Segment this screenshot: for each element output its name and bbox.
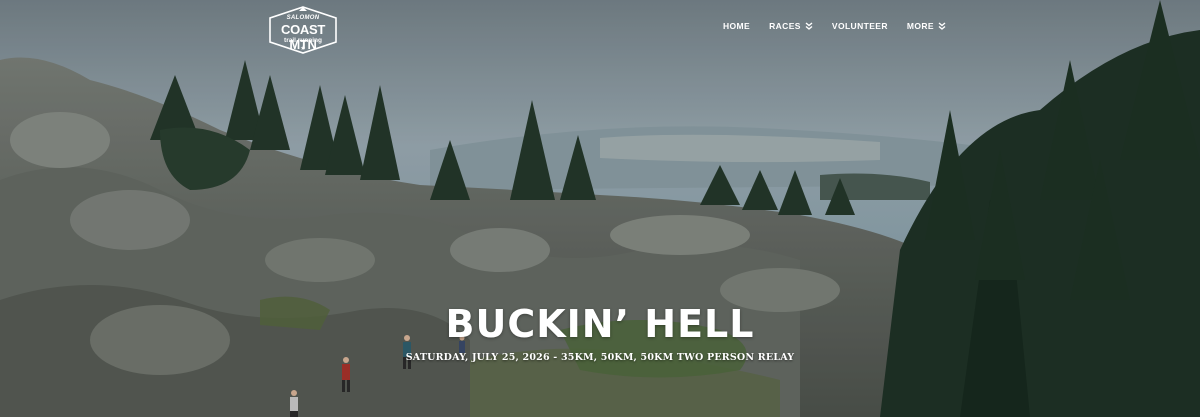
- nav-item-label: HOME: [723, 21, 751, 31]
- double-chevron-down-icon: [805, 22, 813, 30]
- nav-item-more[interactable]: MORE: [907, 21, 946, 31]
- hero-subtitle: SATURDAY, JULY 25, 2026 - 35KM, 50KM, 50…: [405, 352, 795, 363]
- nav-item-label: MORE: [906, 21, 935, 31]
- double-chevron-down-icon: [938, 22, 946, 30]
- hero-banner: SALOMON COAST MTN trail running ★ HOME R…: [0, 0, 1200, 417]
- nav-item-label: VOLUNTEER: [831, 21, 888, 31]
- hero-title: BUCKIN’ HELL: [445, 302, 755, 346]
- nav-item-label: RACES: [769, 21, 801, 31]
- logo-subtitle: trail running: [284, 37, 322, 44]
- star-icon: ★: [300, 46, 306, 52]
- logo-sponsor: SALOMON: [286, 15, 320, 21]
- nav-item-home[interactable]: HOME: [723, 21, 750, 31]
- site-logo[interactable]: SALOMON COAST MTN trail running ★: [266, 6, 340, 54]
- nav-item-volunteer[interactable]: VOLUNTEER: [832, 21, 888, 31]
- nav-item-races[interactable]: RACES: [769, 21, 813, 31]
- main-nav: HOME RACES VOLUNTEER MORE: [723, 21, 965, 31]
